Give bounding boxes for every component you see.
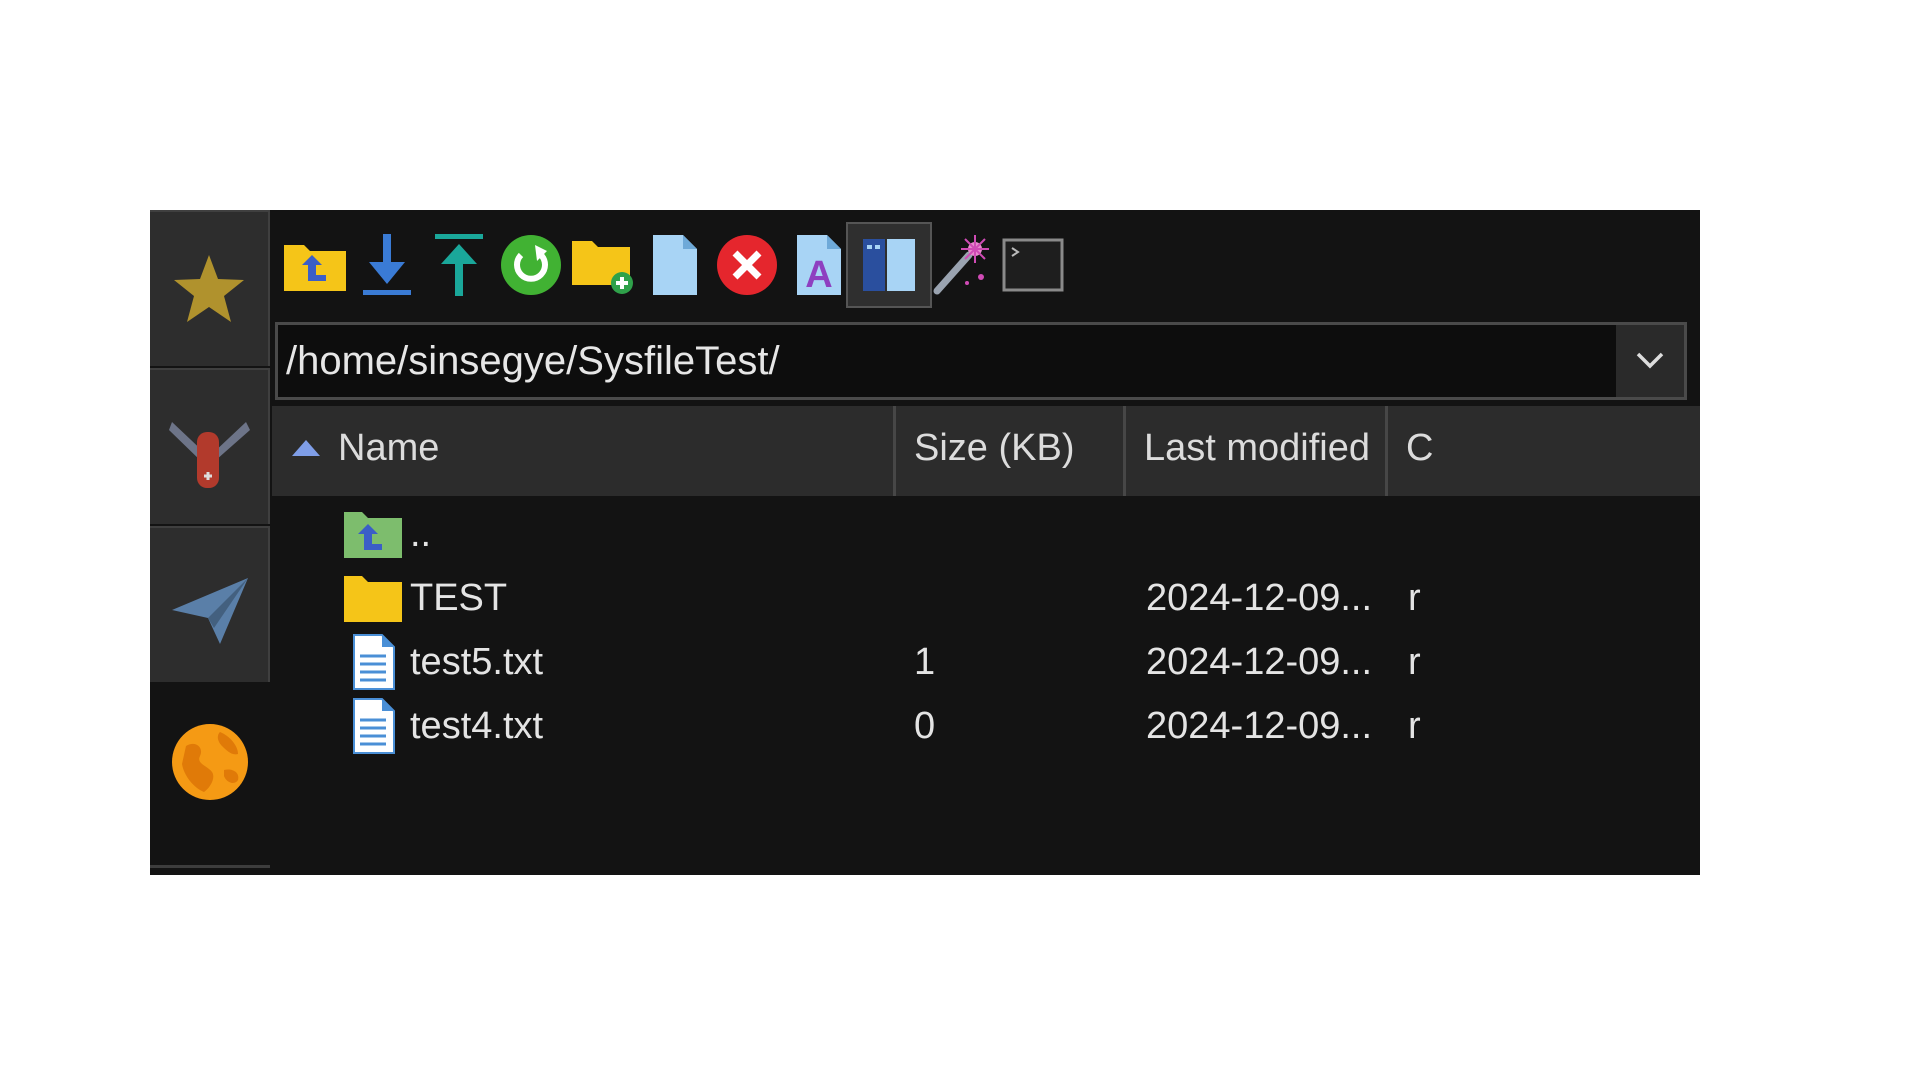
toolbar: A <box>272 210 1700 320</box>
column-header-last-modified[interactable]: Last modified <box>1144 406 1374 496</box>
svg-text:A: A <box>805 254 832 296</box>
chevron-down-icon <box>1636 352 1664 369</box>
sidebar-divider <box>150 865 270 868</box>
path-input[interactable] <box>278 325 1615 397</box>
file-row[interactable]: test5.txt 1 2024-12-09... r <box>272 630 1700 694</box>
file-extra: r <box>1408 705 1421 747</box>
terminal-icon <box>1002 238 1064 292</box>
file-name: test4.txt <box>410 705 544 747</box>
file-size: 1 <box>914 641 936 683</box>
folder-icon <box>344 576 402 622</box>
file-size <box>914 566 1114 630</box>
sidebar-remote[interactable] <box>150 684 270 840</box>
file-extra: r <box>1408 577 1421 619</box>
file-manager-window: A /home/sinsegye/SysfileTest/ Name Size … <box>150 210 1700 875</box>
swiss-knife-icon <box>169 422 250 488</box>
column-header-extra[interactable]: C <box>1406 406 1446 496</box>
file-modified: 2024-12-09... <box>1146 641 1373 683</box>
folder-up-icon <box>344 512 402 558</box>
sidebar-favorites[interactable] <box>150 210 270 366</box>
path-dropdown-button[interactable] <box>1616 325 1684 397</box>
column-separator[interactable] <box>1385 406 1388 496</box>
download-arrow-icon <box>363 234 411 295</box>
file-name: TEST <box>410 577 508 619</box>
rename-icon: A <box>797 235 841 296</box>
terminal-button[interactable] <box>990 222 1076 308</box>
magic-wand-icon <box>933 235 989 295</box>
globe-icon <box>172 724 248 800</box>
split-view-icon <box>863 239 915 291</box>
sort-ascending-icon[interactable] <box>290 438 322 458</box>
file-name: test5.txt <box>410 641 544 683</box>
new-file-icon <box>653 235 697 295</box>
file-row[interactable]: test4.txt 0 2024-12-09... r <box>272 694 1700 758</box>
sidebar-tools[interactable] <box>150 368 270 524</box>
sidebar <box>150 210 270 875</box>
text-file-icon <box>353 634 395 690</box>
column-separator[interactable] <box>893 406 896 496</box>
column-header-size[interactable]: Size (KB) <box>914 406 1114 496</box>
paper-plane-icon <box>172 578 248 644</box>
column-header-name[interactable]: Name <box>338 406 888 496</box>
file-name: .. <box>410 513 432 555</box>
star-icon <box>174 255 244 322</box>
file-size: 0 <box>914 705 936 747</box>
file-modified: 2024-12-09... <box>1146 577 1373 619</box>
file-list-header: Name Size (KB) Last modified C <box>272 406 1700 496</box>
file-extra: r <box>1408 641 1421 683</box>
path-bar <box>275 322 1687 400</box>
upload-arrow-icon <box>435 234 483 296</box>
refresh-icon <box>501 235 561 295</box>
column-separator[interactable] <box>1123 406 1126 496</box>
file-row-parent[interactable]: .. <box>272 502 1700 566</box>
delete-icon <box>717 235 777 295</box>
text-file-icon <box>353 698 395 754</box>
sidebar-send[interactable] <box>150 526 270 682</box>
file-row[interactable]: TEST 2024-12-09... r <box>272 566 1700 630</box>
folder-up-icon <box>284 245 346 291</box>
file-modified: 2024-12-09... <box>1146 705 1373 747</box>
new-folder-icon <box>572 241 633 294</box>
